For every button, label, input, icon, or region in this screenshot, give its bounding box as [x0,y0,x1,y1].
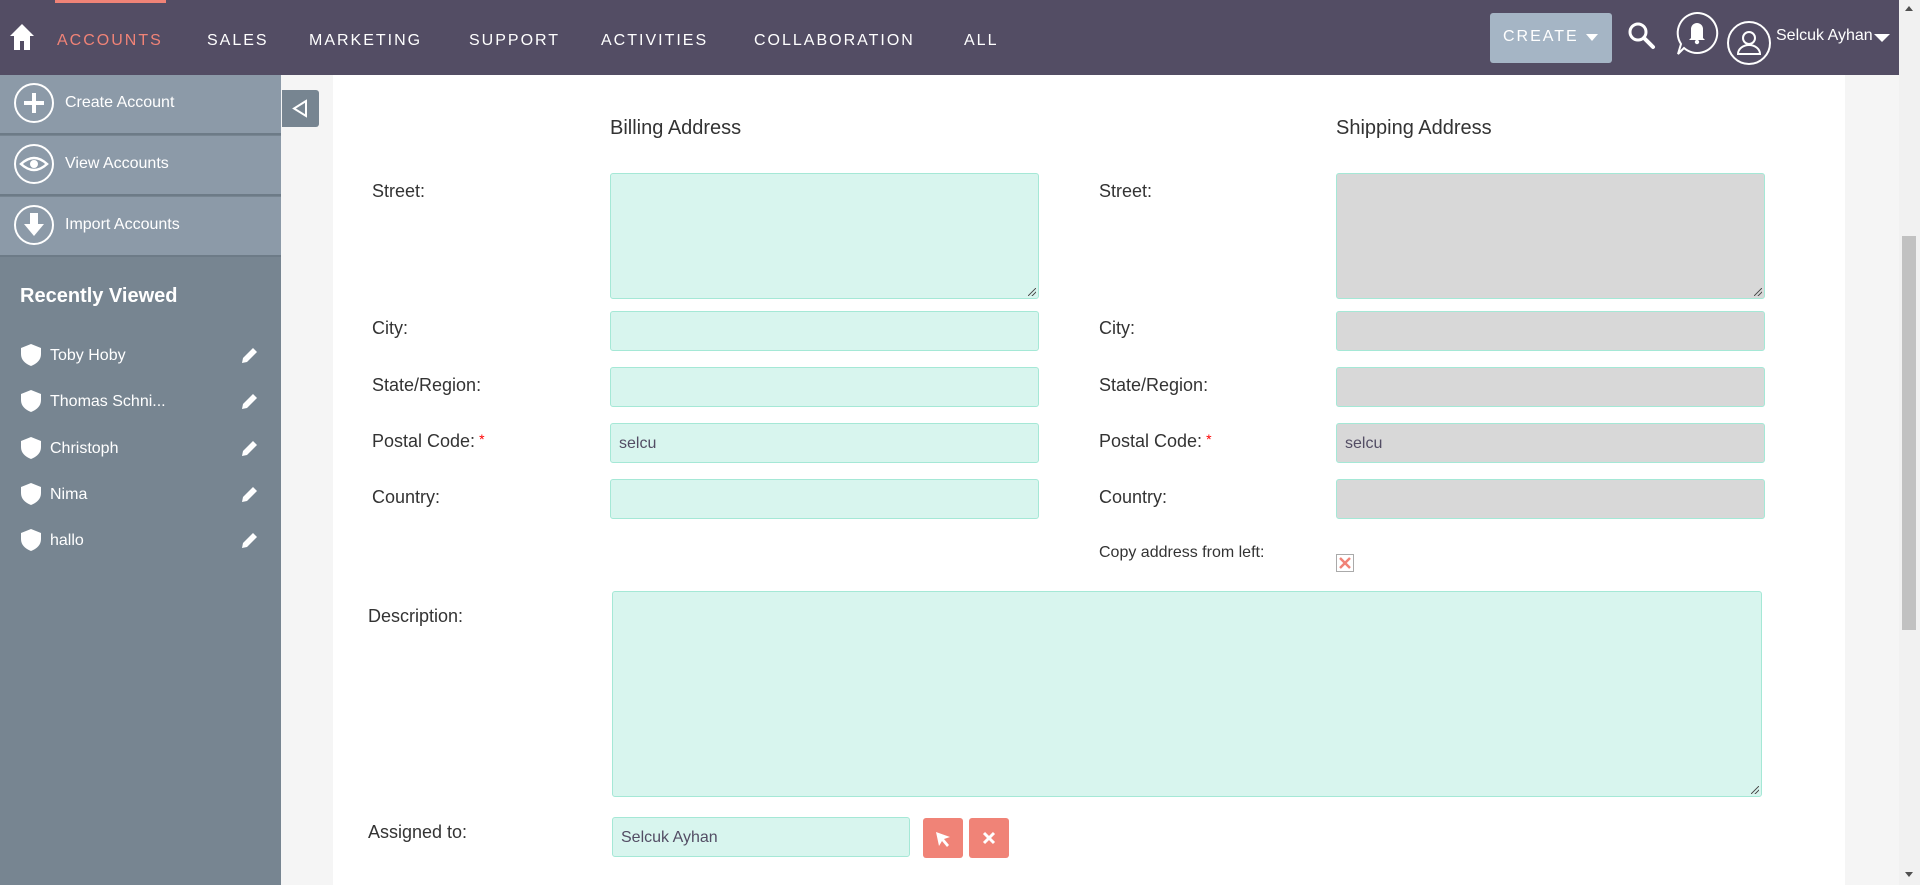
pencil-edit-icon[interactable] [238,484,260,506]
billing-state-input[interactable] [610,367,1039,407]
vertical-scrollbar[interactable] [1899,0,1920,885]
user-name[interactable]: Selcuk Ayhan [1776,27,1873,45]
nav-all[interactable]: ALL [964,32,998,50]
pencil-edit-icon[interactable] [238,345,260,367]
copy-address-label: Copy address from left: [1099,544,1265,561]
billing-country-label: Country: [372,487,441,507]
shipping-country-input [1336,479,1765,519]
create-button-label: CREATE [1503,28,1579,45]
shipping-street-textarea [1336,173,1765,299]
sidebar-action-label: Import Accounts [65,216,180,233]
recently-viewed-item[interactable]: Nima [0,478,281,512]
shipping-postal-value: selcu [1345,435,1383,452]
billing-city-input[interactable] [610,311,1039,351]
shipping-postal-label-text: Postal Code: [1099,431,1203,451]
create-button[interactable]: CREATE [1490,13,1612,63]
nav-support[interactable]: SUPPORT [469,32,560,50]
copy-address-checkbox[interactable] [1336,554,1354,572]
nav-activities[interactable]: ACTIVITIES [601,32,708,50]
recently-viewed-item[interactable]: Toby Hoby [0,339,281,373]
active-tab-indicator [55,0,166,3]
assigned-to-label: Assigned to: [368,822,468,842]
description-textarea[interactable] [612,591,1762,797]
recently-viewed-label[interactable]: Christoph [50,440,118,458]
sidebar-action-view-accounts[interactable]: View Accounts [0,136,281,196]
billing-postal-value: selcu [619,435,657,452]
recently-viewed-label[interactable]: Thomas Schni... [50,393,166,411]
nav-sales[interactable]: SALES [207,32,269,50]
assigned-to-input[interactable]: Selcuk Ayhan [612,817,910,857]
plus-icon [14,83,54,123]
billing-postal-input[interactable]: selcu [610,423,1039,463]
shipping-postal-label: Postal Code: * [1099,431,1212,452]
shipping-state-label: State/Region: [1099,375,1209,395]
shield-icon [21,390,41,412]
recently-viewed-label[interactable]: hallo [50,532,84,550]
billing-street-label: Street: [372,181,426,201]
chevron-down-icon [1586,34,1598,41]
assigned-to-value: Selcuk Ayhan [621,829,718,846]
billing-postal-label-text: Postal Code: [372,431,476,451]
close-icon [982,831,996,845]
sidebar-action-create-account[interactable]: Create Account [0,75,281,135]
billing-street-textarea[interactable] [610,173,1039,299]
recently-viewed-item[interactable]: hallo [0,524,281,558]
scroll-up-icon[interactable] [1905,6,1913,11]
shield-icon [21,344,41,366]
sidebar-action-label: Create Account [65,94,175,111]
shield-icon [21,483,41,505]
cursor-arrow-icon [936,832,950,847]
shield-icon [21,529,41,551]
sidebar: Create Account View Accounts Import Acco… [0,75,281,885]
pencil-edit-icon[interactable] [238,530,260,552]
shipping-city-label: City: [1099,318,1135,338]
sidebar-action-label: View Accounts [65,155,169,172]
checkbox-x-icon [1339,557,1351,569]
nav-collaboration[interactable]: COLLABORATION [754,32,915,50]
required-marker: * [1206,431,1212,447]
recently-viewed-item[interactable]: Christoph [0,432,281,466]
shipping-street-label: Street: [1099,181,1153,201]
shipping-city-input [1336,311,1765,351]
recently-viewed-label[interactable]: Nima [50,486,87,504]
required-marker: * [479,431,485,447]
shipping-postal-input: selcu [1336,423,1765,463]
select-user-button[interactable] [923,818,963,858]
sidebar-action-import-accounts[interactable]: Import Accounts [0,197,281,257]
sidebar-collapse-button[interactable] [282,90,319,127]
nav-accounts[interactable]: ACCOUNTS [57,32,163,50]
shipping-address-heading: Shipping Address [1336,117,1492,139]
scrollbar-thumb[interactable] [1902,236,1916,630]
billing-city-label: City: [372,318,408,338]
recently-viewed-label[interactable]: Toby Hoby [50,347,126,365]
pencil-edit-icon[interactable] [238,438,260,460]
search-icon[interactable] [1626,20,1656,50]
edit-form-panel: Billing Address Shipping Address Street:… [333,75,1845,885]
shield-icon [21,437,41,459]
recently-viewed-item[interactable]: Thomas Schni... [0,385,281,419]
user-menu-chevron-icon[interactable] [1874,34,1890,42]
description-label: Description: [368,606,464,626]
scroll-down-icon[interactable] [1905,872,1913,877]
triangle-left-icon [292,99,307,118]
billing-postal-label: Postal Code: * [372,431,485,452]
top-navbar: ACCOUNTS SALES MARKETING SUPPORT ACTIVIT… [0,0,1920,75]
home-icon[interactable] [8,22,36,52]
recently-viewed-title: Recently Viewed [20,285,178,307]
notification-bell-icon[interactable] [1674,10,1720,56]
billing-address-heading: Billing Address [610,117,742,139]
shipping-country-label: Country: [1099,487,1168,507]
billing-state-label: State/Region: [372,375,482,395]
clear-user-button[interactable] [969,818,1009,858]
pencil-edit-icon[interactable] [238,391,260,413]
billing-country-input[interactable] [610,479,1039,519]
shipping-state-input [1336,367,1765,407]
eye-icon [14,144,54,184]
download-icon [14,205,54,245]
user-avatar-icon[interactable] [1726,20,1772,66]
nav-marketing[interactable]: MARKETING [309,32,422,50]
